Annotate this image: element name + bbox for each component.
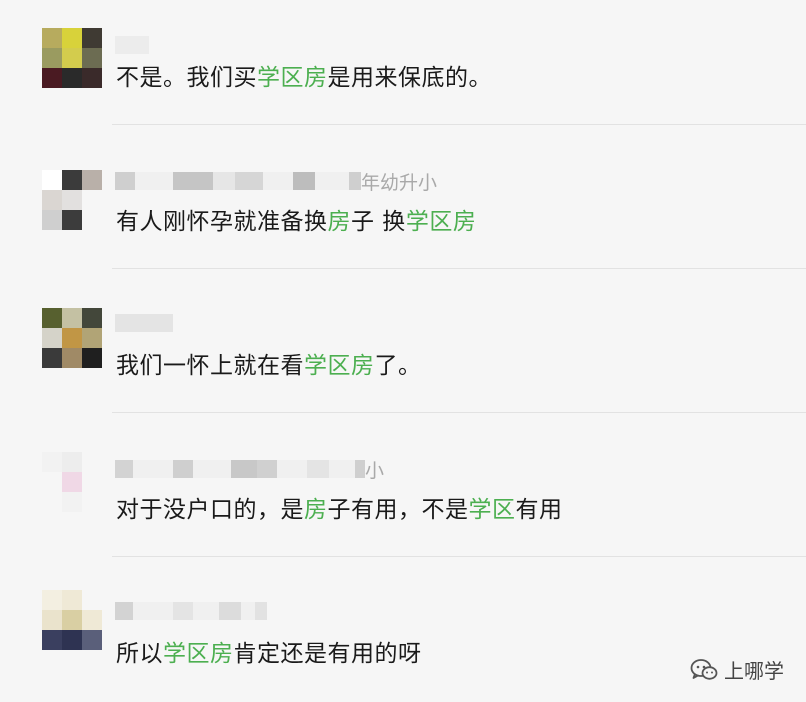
highlight-keyword: 学区房	[257, 65, 328, 91]
brand-name: 上哪学	[724, 659, 784, 683]
nickname-blurred: 小	[115, 458, 385, 482]
message-segment: 是用来保底的。	[327, 65, 492, 91]
message-segment: 肯定还是有用的呀	[233, 641, 422, 667]
highlight-keyword: 学区房	[405, 209, 477, 235]
message-text: 不是。我们买学区房是用来保底的。	[116, 58, 492, 92]
nickname-suffix: 年幼升小	[361, 171, 438, 194]
avatar[interactable]	[42, 170, 102, 230]
divider	[112, 412, 806, 413]
message-segment: 对于没户口的，是	[116, 497, 304, 523]
message-segment: 有用	[515, 497, 563, 523]
divider	[112, 268, 806, 269]
message-segment: 有人刚怀孕就准备换	[116, 209, 328, 235]
message-segment: 不是。我们买	[116, 65, 257, 91]
nickname-blurred	[115, 34, 149, 56]
nickname-blurred	[115, 312, 173, 334]
highlight-keyword: 学区房	[304, 353, 375, 379]
avatar[interactable]	[42, 452, 102, 512]
message-segment: 所以	[116, 641, 163, 667]
brand-watermark: 上哪学	[690, 655, 784, 684]
message-text: 有人刚怀孕就准备换房子 换学区房	[116, 202, 476, 236]
avatar[interactable]	[42, 28, 102, 88]
message-text: 所以学区房肯定还是有用的呀	[116, 634, 422, 668]
divider	[112, 124, 806, 125]
message-segment: 子有用，不是	[327, 497, 469, 523]
highlight-keyword: 学区房	[163, 641, 234, 667]
divider	[112, 556, 806, 557]
avatar[interactable]	[42, 308, 102, 368]
avatar[interactable]	[42, 590, 102, 650]
message-text: 我们一怀上就在看学区房了。	[116, 346, 422, 380]
chat-log: 不是。我们买学区房是用来保底的。 年幼升小 有人刚怀孕就准备换房子 换学区房 我…	[0, 0, 806, 702]
nickname-suffix: 小	[365, 459, 385, 482]
highlight-keyword: 房	[327, 209, 351, 235]
message-segment: 子 换	[351, 209, 406, 235]
wechat-icon	[690, 658, 718, 682]
highlight-keyword: 房	[304, 497, 328, 523]
nickname-blurred: 年幼升小	[115, 170, 438, 194]
message-text: 对于没户口的，是房子有用，不是学区有用	[116, 490, 563, 524]
highlight-keyword: 学区	[468, 497, 516, 523]
message-segment: 我们一怀上就在看	[116, 353, 304, 379]
nickname-blurred	[115, 600, 267, 622]
message-segment: 了。	[374, 353, 422, 379]
